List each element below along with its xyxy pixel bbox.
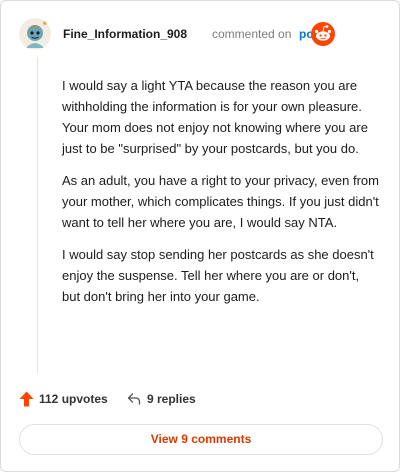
comment-body: I would say a light YTA because the reas… bbox=[62, 75, 380, 318]
comment-paragraph: I would say a light YTA because the reas… bbox=[62, 78, 368, 156]
comment-card: Fine_Information_908 commented on post I… bbox=[0, 0, 400, 472]
thread-line bbox=[37, 57, 38, 373]
view-comments-button[interactable]: View 9 comments bbox=[19, 424, 383, 455]
reply-arrow-icon[interactable] bbox=[127, 392, 141, 406]
commented-on-text: commented on bbox=[212, 27, 292, 41]
upvote-arrow-icon[interactable] bbox=[19, 391, 34, 407]
comment-header: Fine_Information_908 commented on post bbox=[19, 18, 383, 50]
comment-footer: 112 upvotes 9 replies bbox=[19, 389, 383, 409]
username-link[interactable]: Fine_Information_908 bbox=[63, 27, 187, 41]
upvote-count: 112 upvotes bbox=[39, 392, 108, 406]
comment-paragraph: I would say stop sending her postcards a… bbox=[62, 247, 374, 304]
reply-count[interactable]: 9 replies bbox=[147, 392, 196, 406]
comment-paragraph: As an adult, you have a right to your pr… bbox=[62, 173, 379, 230]
user-avatar[interactable] bbox=[19, 18, 51, 50]
reddit-logo[interactable] bbox=[311, 20, 383, 48]
